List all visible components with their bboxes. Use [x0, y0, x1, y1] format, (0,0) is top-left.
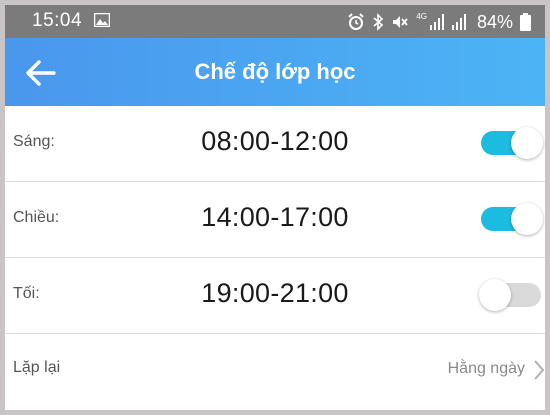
repeat-row[interactable]: Lặp lại Hằng ngày	[5, 334, 545, 404]
toggle-knob	[479, 279, 511, 311]
gallery-icon	[94, 13, 110, 27]
status-bar: 15:04 4G 84%	[5, 5, 545, 38]
status-time: 15:04	[32, 10, 83, 31]
bluetooth-icon	[373, 13, 384, 31]
schedule-time[interactable]: 19:00-21:00	[5, 278, 545, 309]
mute-icon	[393, 16, 408, 28]
schedule-row-morning: Sáng: 08:00-12:00	[5, 106, 545, 182]
toggle-knob	[511, 203, 543, 235]
toggle-knob	[511, 127, 543, 159]
network-type: 4G	[416, 12, 427, 21]
schedule-row-afternoon: Chiều: 14:00-17:00	[5, 182, 545, 258]
schedule-toggle[interactable]	[479, 127, 543, 159]
status-icons: 4G 84%	[347, 10, 531, 34]
app-bar: Chế độ lớp học	[5, 38, 545, 106]
phone-screen: 15:04 4G 84% Chế độ lớp học Sáng: 08:00-…	[5, 5, 545, 410]
page-title: Chế độ lớp học	[194, 59, 356, 84]
alarm-icon	[348, 13, 365, 30]
schedule-time[interactable]: 08:00-12:00	[5, 126, 545, 157]
signal-icon	[429, 14, 444, 30]
schedule-row-evening: Tối: 19:00-21:00	[5, 258, 545, 334]
chevron-right-icon	[534, 360, 545, 380]
signal-icon	[451, 14, 466, 30]
repeat-value: Hằng ngày	[447, 360, 525, 377]
battery-icon	[520, 13, 531, 31]
schedule-toggle[interactable]	[479, 203, 543, 235]
schedule-toggle[interactable]	[479, 279, 543, 311]
repeat-label: Lặp lại	[13, 359, 61, 376]
battery-percent: 84%	[476, 11, 513, 32]
schedule-time[interactable]: 14:00-17:00	[5, 202, 545, 233]
